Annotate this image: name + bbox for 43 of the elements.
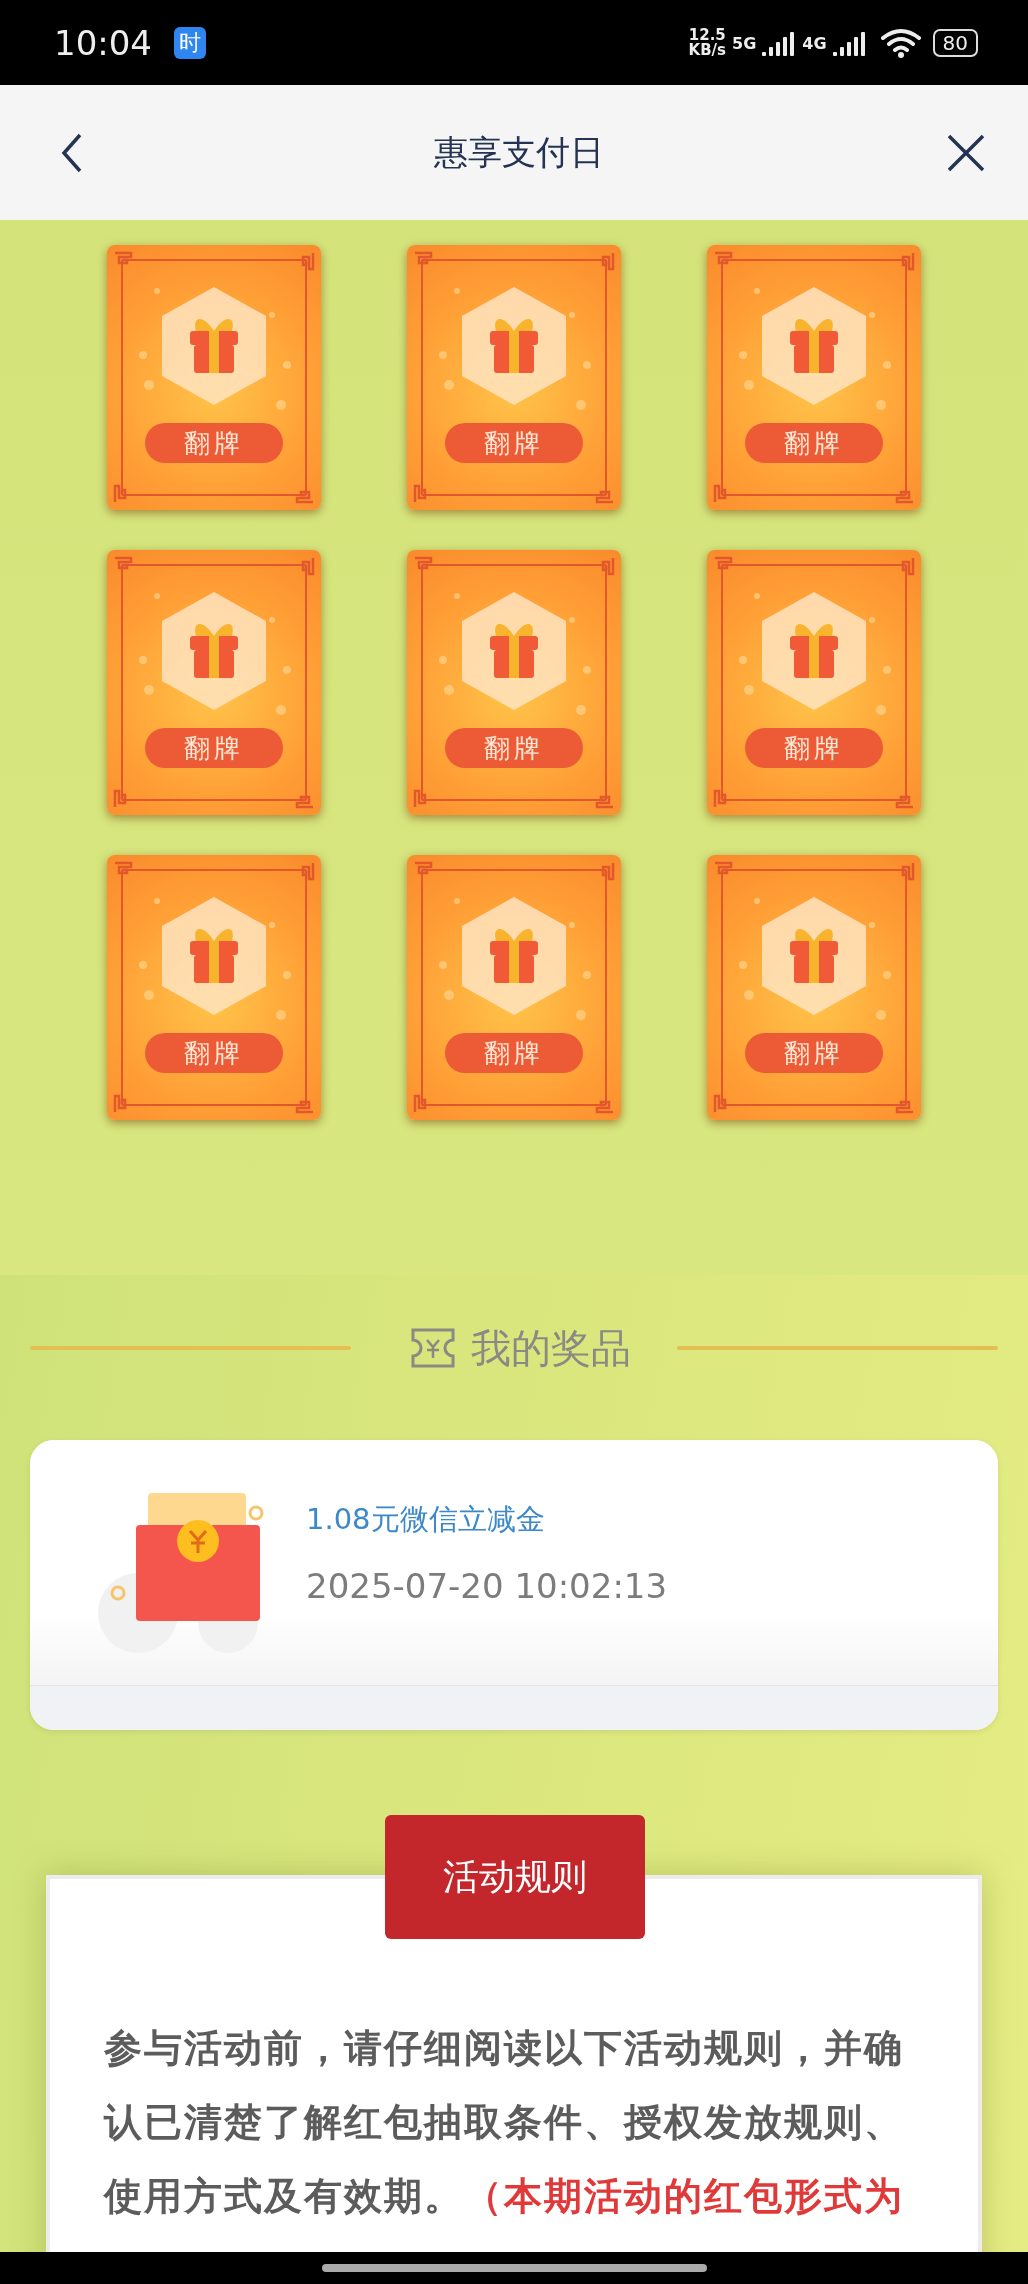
rules-paragraph: 参与活动前，请仔细阅读以下活动规则，并确 认已清楚了解红包抽取条件、授权发放规则、 使用方式及有效期。（本期活动的红包形式为 bbox=[104, 2026, 904, 2218]
network-speed: 12.5 KB/s bbox=[688, 27, 726, 58]
signal-icon bbox=[762, 29, 797, 56]
flip-button[interactable]: 翻牌 bbox=[745, 1033, 883, 1073]
gift-icon bbox=[762, 287, 866, 405]
prize-card[interactable]: 翻牌 bbox=[107, 245, 321, 510]
flip-button[interactable]: 翻牌 bbox=[445, 423, 583, 463]
app-notification-icon: 时 bbox=[174, 26, 206, 59]
gift-icon bbox=[762, 897, 866, 1015]
prize-card[interactable]: 翻牌 bbox=[107, 855, 321, 1120]
battery-level: 80 bbox=[932, 28, 978, 57]
prize-card[interactable]: 翻牌 bbox=[407, 855, 621, 1120]
flip-button[interactable]: 翻牌 bbox=[745, 728, 883, 768]
network-type: 5G bbox=[732, 33, 757, 53]
prize-card[interactable]: 翻牌 bbox=[107, 550, 321, 815]
section-heading: 我的奖品 bbox=[471, 1323, 631, 1373]
signal-icon bbox=[832, 29, 867, 56]
gift-icon bbox=[162, 897, 266, 1015]
gift-icon bbox=[762, 592, 866, 710]
wifi-icon bbox=[880, 27, 921, 58]
gift-icon bbox=[462, 897, 566, 1015]
flip-button[interactable]: 翻牌 bbox=[145, 1033, 283, 1073]
page-title: 惠享支付日 bbox=[434, 130, 604, 174]
gift-icon bbox=[162, 287, 266, 405]
ticket-icon bbox=[409, 1326, 457, 1370]
rules-button[interactable]: 活动规则 bbox=[385, 1815, 645, 1939]
flip-button[interactable]: 翻牌 bbox=[145, 423, 283, 463]
prize-card[interactable]: 翻牌 bbox=[707, 245, 921, 510]
prize-card[interactable]: 翻牌 bbox=[707, 550, 921, 815]
gift-icon bbox=[462, 592, 566, 710]
gift-icon bbox=[462, 287, 566, 405]
prize-name: 1.08元微信立减金 bbox=[306, 1500, 546, 1538]
flip-button[interactable]: 翻牌 bbox=[445, 1033, 583, 1073]
flip-button[interactable]: 翻牌 bbox=[745, 423, 883, 463]
prize-time: 2025-07-20 10:02:13 bbox=[306, 1565, 668, 1606]
status-time: 10:04 bbox=[54, 22, 152, 63]
flip-button[interactable]: 翻牌 bbox=[445, 728, 583, 768]
prize-card[interactable]: 翻牌 bbox=[707, 855, 921, 1120]
prize-card[interactable]: 翻牌 bbox=[407, 550, 621, 815]
network-type: 4G bbox=[802, 33, 827, 53]
flip-button[interactable]: 翻牌 bbox=[145, 728, 283, 768]
gift-icon bbox=[162, 592, 266, 710]
prize-card[interactable]: 翻牌 bbox=[407, 245, 621, 510]
